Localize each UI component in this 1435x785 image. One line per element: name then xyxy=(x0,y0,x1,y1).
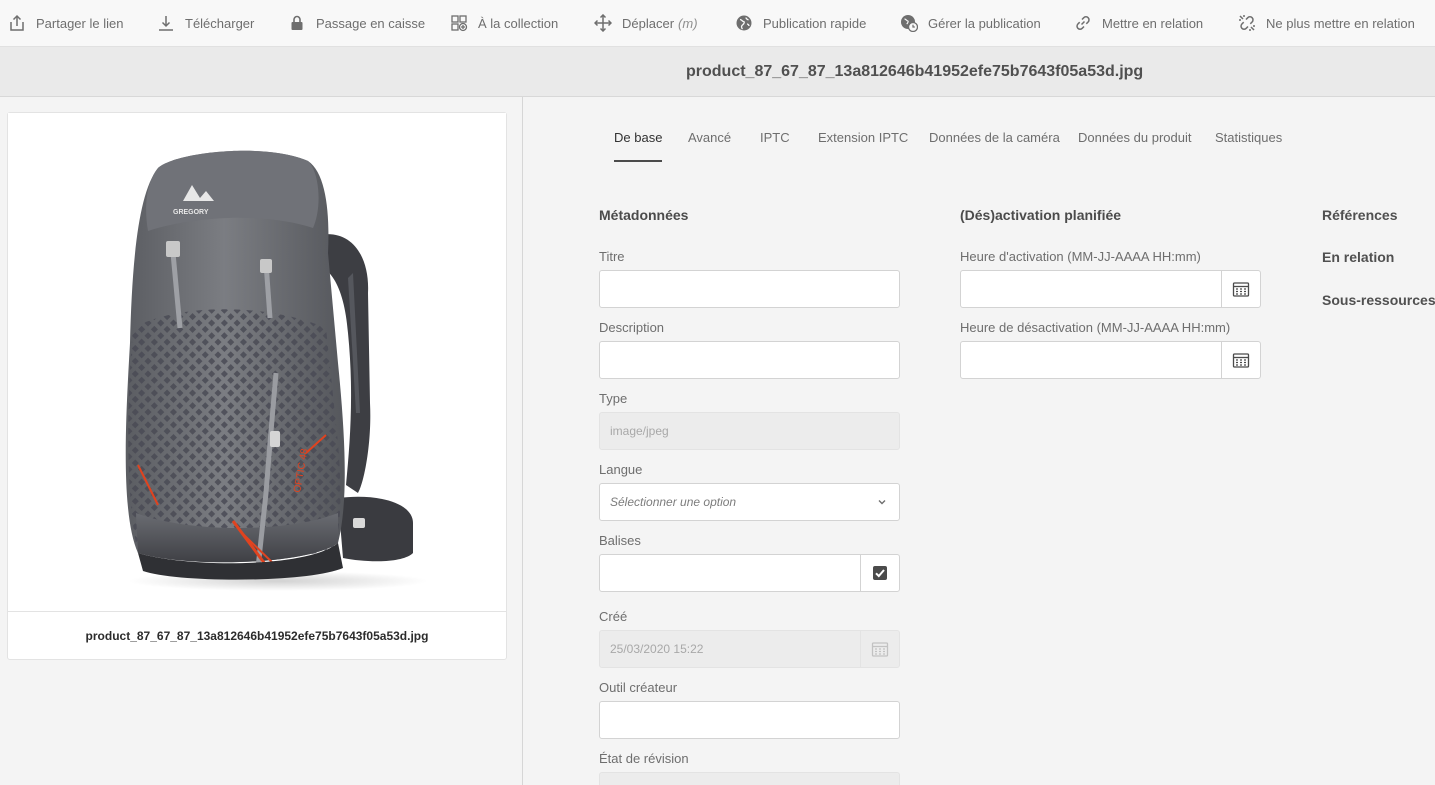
calendar-icon xyxy=(1232,282,1250,297)
asset-preview-image[interactable]: GREGORY OPTIC 48 xyxy=(8,113,506,611)
move-button[interactable]: Déplacer (m) xyxy=(594,0,698,46)
to-collection-button[interactable]: À la collection xyxy=(450,0,558,46)
checkout-label: Passage en caisse xyxy=(316,15,426,31)
references-link[interactable]: Références xyxy=(1322,207,1398,223)
creator-tool-label: Outil créateur xyxy=(599,680,678,695)
created-field: 25/03/2020 15:22 xyxy=(599,630,900,668)
tab-advanced[interactable]: Avancé xyxy=(688,120,731,162)
tab-statistics[interactable]: Statistiques xyxy=(1215,120,1282,162)
asset-caption-bar: product_87_67_87_13a812646b41952efe75b76… xyxy=(8,611,506,659)
asset-card: GREGORY OPTIC 48 product_87_67_87_13a812… xyxy=(7,112,507,660)
page-title: product_87_67_87_13a812646b41952efe75b76… xyxy=(686,63,1144,80)
revision-state-label: État de révision xyxy=(599,751,689,766)
tab-basic[interactable]: De base xyxy=(614,120,663,162)
relate-button[interactable]: Mettre en relation xyxy=(1074,0,1203,46)
type-field: image/jpeg xyxy=(599,412,900,450)
created-label: Créé xyxy=(599,609,628,624)
related-link[interactable]: En relation xyxy=(1322,249,1394,265)
add-to-collection-icon xyxy=(451,15,468,32)
globe-clock-icon xyxy=(901,15,918,32)
calendar-icon xyxy=(1232,353,1250,368)
on-time-field[interactable] xyxy=(960,270,1261,308)
subassets-link[interactable]: Sous-ressources xyxy=(1322,292,1435,308)
created-calendar-button xyxy=(860,631,899,667)
off-time-calendar-button[interactable] xyxy=(1221,342,1260,378)
relate-label: Mettre en relation xyxy=(1102,15,1204,31)
tags-picker-button[interactable] xyxy=(860,555,899,591)
creator-tool-input[interactable] xyxy=(599,701,900,739)
download-label: Télécharger xyxy=(185,15,255,31)
chevron-down-icon xyxy=(878,500,886,505)
preview-pane: GREGORY OPTIC 48 product_87_67_87_13a812… xyxy=(0,97,522,785)
unlink-icon xyxy=(1239,15,1255,31)
on-time-label: Heure d'activation (MM-JJ-AAAA HH:mm) xyxy=(960,249,1201,264)
manage-publication-button[interactable]: Gérer la publication xyxy=(900,0,1041,46)
share-link-label: Partager le lien xyxy=(36,15,124,31)
share-icon xyxy=(10,14,24,31)
quick-publish-label: Publication rapide xyxy=(763,15,867,31)
calendar-icon xyxy=(871,642,889,657)
to-collection-label: À la collection xyxy=(478,15,559,31)
tab-camera-data[interactable]: Données de la caméra xyxy=(929,120,1060,162)
off-time-label: Heure de désactivation (MM-JJ-AAAA HH:mm… xyxy=(960,320,1231,335)
lock-icon xyxy=(291,15,303,30)
on-time-calendar-button[interactable] xyxy=(1221,271,1260,307)
download-button[interactable]: Télécharger xyxy=(157,0,254,46)
manage-publication-label: Gérer la publication xyxy=(928,15,1041,31)
language-placeholder: Sélectionner une option xyxy=(610,495,737,509)
link-icon xyxy=(1076,16,1090,30)
type-label: Type xyxy=(599,391,628,406)
brand-logo-text: GREGORY xyxy=(173,209,209,216)
asset-caption: product_87_67_87_13a812646b41952efe75b76… xyxy=(85,628,429,643)
download-icon xyxy=(159,16,173,31)
tab-iptc[interactable]: IPTC xyxy=(760,120,790,162)
description-input[interactable] xyxy=(599,341,900,379)
language-select[interactable]: Sélectionner une option xyxy=(599,483,900,521)
backpack-image: GREGORY OPTIC 48 xyxy=(125,150,428,591)
metadata-section-title: Métadonnées xyxy=(599,207,689,223)
tags-label: Balises xyxy=(599,533,641,548)
move-icon xyxy=(594,14,612,32)
scheduling-section-title: (Dés)activation planifiée xyxy=(960,207,1122,223)
title-label: Titre xyxy=(599,249,625,264)
title-input[interactable] xyxy=(599,270,900,308)
checkbox-checked-icon xyxy=(873,566,887,580)
share-link-button[interactable]: Partager le lien xyxy=(8,0,123,46)
quick-publish-button[interactable]: Publication rapide xyxy=(735,0,866,46)
globe-icon xyxy=(736,15,752,31)
move-shortcut: (m) xyxy=(678,15,698,31)
title-bar: product_87_67_87_13a812646b41952efe75b76… xyxy=(0,47,1435,97)
pane-divider xyxy=(522,97,523,785)
tab-product-data[interactable]: Données du produit xyxy=(1078,120,1191,162)
created-value: 25/03/2020 15:22 xyxy=(610,642,704,656)
type-value: image/jpeg xyxy=(610,424,669,438)
unrelate-button[interactable]: Ne plus mettre en relation xyxy=(1238,0,1415,46)
language-label: Langue xyxy=(599,462,643,477)
description-label: Description xyxy=(599,320,665,335)
unrelate-label: Ne plus mettre en relation xyxy=(1266,15,1415,31)
checkout-button[interactable]: Passage en caisse xyxy=(288,0,425,46)
revision-state-field xyxy=(599,772,900,785)
tab-iptc-extension[interactable]: Extension IPTC xyxy=(818,120,908,162)
tags-field[interactable] xyxy=(599,554,900,592)
off-time-field[interactable] xyxy=(960,341,1261,379)
move-label: Déplacer xyxy=(622,15,675,31)
action-bar: Partager le lien Télécharger Passage en … xyxy=(0,0,1435,47)
